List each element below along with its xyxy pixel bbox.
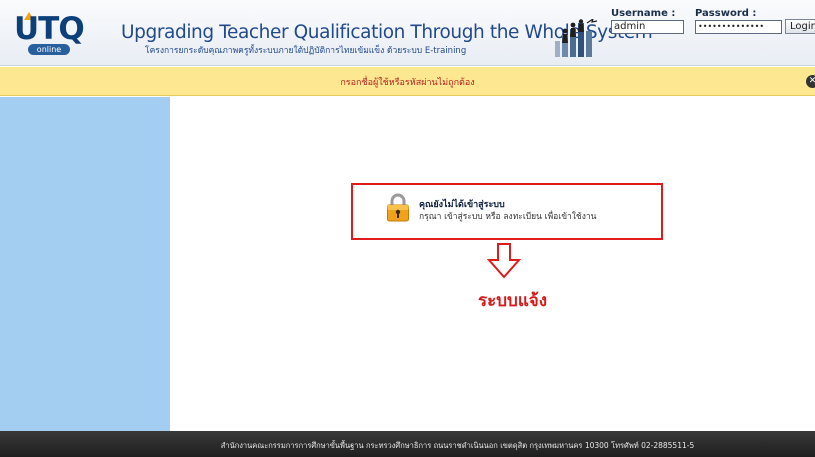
sidebar [0, 97, 170, 431]
login-button[interactable]: Login [785, 19, 815, 34]
error-message: กรอกชื่อผู้ใช้หรือรหัสผ่านไม่ถูกต้อง [340, 78, 475, 88]
annotation-label: ระบบแจ้ง [477, 291, 548, 311]
close-icon[interactable]: ✕ [806, 75, 815, 88]
password-input[interactable]: •••••••••••••• [695, 20, 782, 34]
people-icon [555, 19, 598, 57]
logo-badge: online [28, 44, 70, 55]
footer: สำนักงานคณะกรรมการการศึกษาขั้นพื้นฐาน กร… [0, 431, 815, 457]
logo-text: UTQ [14, 11, 85, 47]
password-label: Password : [695, 8, 757, 19]
username-label: Username : [611, 8, 676, 19]
arrow-down-icon [487, 243, 521, 279]
utq-logo[interactable]: UTQ online [14, 12, 85, 58]
error-alert-bar: กรอกชื่อผู้ใช้หรือรหัสผ่านไม่ถูกต้อง ✕ [0, 67, 815, 96]
page: UTQ online Upgrading Teacher Qualificati… [0, 0, 815, 457]
lock-icon [387, 193, 409, 222]
footer-text: สำนักงานคณะกรรมการการศึกษาขั้นพื้นฐาน กร… [220, 441, 695, 450]
username-input[interactable]: admin [611, 20, 684, 34]
header: UTQ online Upgrading Teacher Qualificati… [0, 0, 815, 66]
site-subtitle: โครงการยกระดับคุณภาพครูทั้งระบบภายใต้ปฏิ… [145, 46, 467, 56]
notice-body: กรุณา เข้าสู่ระบบ หรือ ลงทะเบียน เพื่อเข… [419, 212, 597, 222]
